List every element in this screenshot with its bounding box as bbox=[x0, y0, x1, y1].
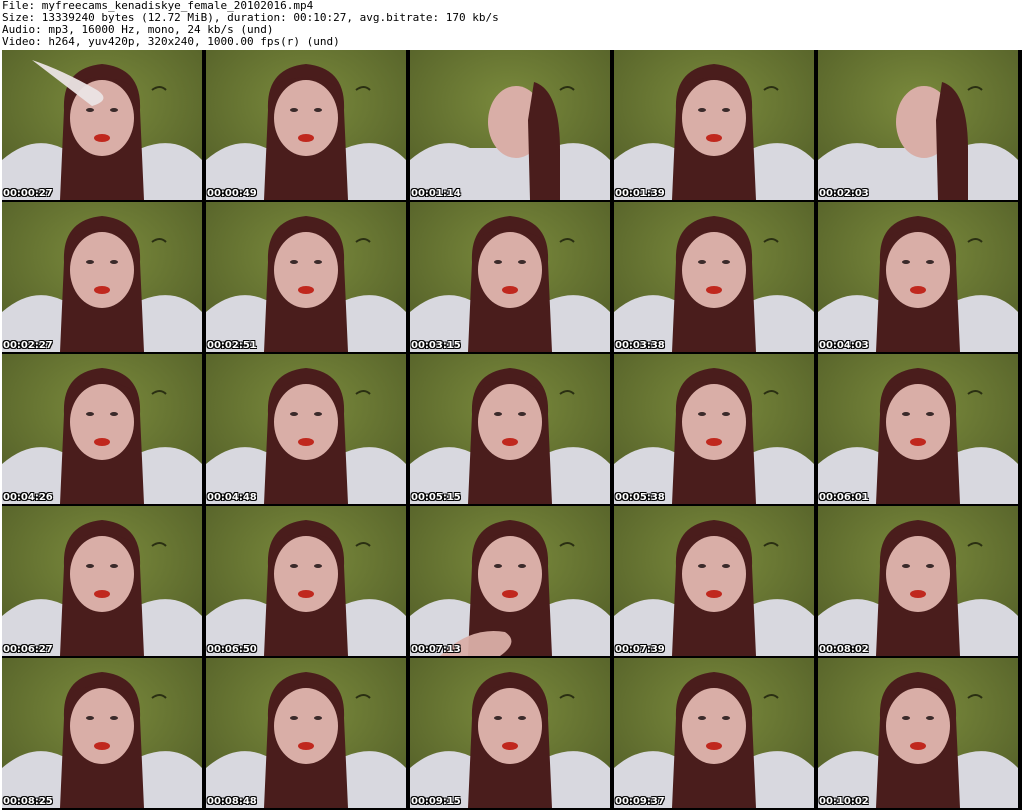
thumbnail-timestamp: 00:04:26 bbox=[3, 492, 53, 503]
thumbnail-timestamp: 00:02:51 bbox=[207, 340, 257, 351]
video-thumbnail: 00:05:38 bbox=[614, 354, 814, 504]
thumbnail-timestamp: 00:08:25 bbox=[3, 796, 53, 807]
file-info-header: File: myfreecams_kenadiskye_female_20102… bbox=[2, 0, 1022, 48]
webcam-frame-illustration bbox=[410, 50, 610, 200]
thumbnail-timestamp: 00:00:49 bbox=[207, 188, 257, 199]
webcam-frame-illustration bbox=[410, 202, 610, 352]
webcam-frame-illustration bbox=[206, 202, 406, 352]
video-thumbnail: 00:10:02 bbox=[818, 658, 1018, 808]
video-thumbnail: 00:00:49 bbox=[206, 50, 406, 200]
video-thumbnail: 00:00:27 bbox=[2, 50, 202, 200]
webcam-frame-illustration bbox=[614, 506, 814, 656]
video-thumbnail: 00:05:15 bbox=[410, 354, 610, 504]
webcam-frame-illustration bbox=[410, 354, 610, 504]
thumbnail-timestamp: 00:09:15 bbox=[411, 796, 461, 807]
thumbnail-timestamp: 00:04:48 bbox=[207, 492, 257, 503]
thumbnail-timestamp: 00:07:13 bbox=[411, 644, 461, 655]
video-thumbnail: 00:02:03 bbox=[818, 50, 1018, 200]
video-thumbnail: 00:06:27 bbox=[2, 506, 202, 656]
thumbnail-timestamp: 00:00:27 bbox=[3, 188, 53, 199]
video-thumbnail: 00:04:48 bbox=[206, 354, 406, 504]
video-thumbnail: 00:03:38 bbox=[614, 202, 814, 352]
webcam-frame-illustration bbox=[614, 658, 814, 808]
thumbnail-timestamp: 00:02:03 bbox=[819, 188, 869, 199]
video-thumbnail: 00:04:26 bbox=[2, 354, 202, 504]
video-thumbnail: 00:06:01 bbox=[818, 354, 1018, 504]
webcam-frame-illustration bbox=[2, 354, 202, 504]
thumbnail-timestamp: 00:06:01 bbox=[819, 492, 869, 503]
video-thumbnail: 00:07:13 bbox=[410, 506, 610, 656]
thumbnail-timestamp: 00:08:48 bbox=[207, 796, 257, 807]
video-info-line: Video: h264, yuv420p, 320x240, 1000.00 f… bbox=[2, 35, 340, 48]
webcam-frame-illustration bbox=[206, 354, 406, 504]
webcam-frame-illustration bbox=[206, 50, 406, 200]
webcam-frame-illustration bbox=[818, 506, 1018, 656]
thumbnail-timestamp: 00:08:02 bbox=[819, 644, 869, 655]
thumbnail-timestamp: 00:07:39 bbox=[615, 644, 665, 655]
thumbnail-timestamp: 00:01:39 bbox=[615, 188, 665, 199]
video-thumbnail: 00:08:02 bbox=[818, 506, 1018, 656]
webcam-frame-illustration bbox=[818, 50, 1018, 200]
thumbnail-timestamp: 00:06:27 bbox=[3, 644, 53, 655]
thumbnail-timestamp: 00:09:37 bbox=[615, 796, 665, 807]
thumbnail-timestamp: 00:05:38 bbox=[615, 492, 665, 503]
thumbnail-grid: 00:00:27 00:00:49 00:01:14 00:01:39 00:0… bbox=[2, 50, 1022, 810]
webcam-frame-illustration bbox=[410, 506, 610, 656]
video-thumbnail: 00:08:48 bbox=[206, 658, 406, 808]
thumbnail-timestamp: 00:03:15 bbox=[411, 340, 461, 351]
thumbnail-timestamp: 00:06:50 bbox=[207, 644, 257, 655]
video-thumbnail: 00:06:50 bbox=[206, 506, 406, 656]
video-thumbnail: 00:01:14 bbox=[410, 50, 610, 200]
video-thumbnail: 00:02:51 bbox=[206, 202, 406, 352]
webcam-frame-illustration bbox=[206, 506, 406, 656]
webcam-frame-illustration bbox=[818, 202, 1018, 352]
webcam-frame-illustration bbox=[614, 202, 814, 352]
webcam-frame-illustration bbox=[2, 202, 202, 352]
webcam-frame-illustration bbox=[818, 658, 1018, 808]
thumbnail-timestamp: 00:10:02 bbox=[819, 796, 869, 807]
thumbnail-timestamp: 00:03:38 bbox=[615, 340, 665, 351]
video-thumbnail: 00:01:39 bbox=[614, 50, 814, 200]
video-thumbnail: 00:07:39 bbox=[614, 506, 814, 656]
webcam-frame-illustration bbox=[818, 354, 1018, 504]
thumbnail-timestamp: 00:02:27 bbox=[3, 340, 53, 351]
webcam-frame-illustration bbox=[410, 658, 610, 808]
video-thumbnail: 00:04:03 bbox=[818, 202, 1018, 352]
webcam-frame-illustration bbox=[206, 658, 406, 808]
thumbnail-timestamp: 00:01:14 bbox=[411, 188, 461, 199]
thumbnail-timestamp: 00:05:15 bbox=[411, 492, 461, 503]
webcam-frame-illustration bbox=[614, 50, 814, 200]
video-thumbnail: 00:03:15 bbox=[410, 202, 610, 352]
video-thumbnail: 00:09:37 bbox=[614, 658, 814, 808]
webcam-frame-illustration bbox=[2, 50, 202, 200]
video-thumbnail: 00:08:25 bbox=[2, 658, 202, 808]
webcam-frame-illustration bbox=[614, 354, 814, 504]
video-thumbnail: 00:02:27 bbox=[2, 202, 202, 352]
thumbnail-timestamp: 00:04:03 bbox=[819, 340, 869, 351]
webcam-frame-illustration bbox=[2, 658, 202, 808]
video-thumbnail: 00:09:15 bbox=[410, 658, 610, 808]
webcam-frame-illustration bbox=[2, 506, 202, 656]
